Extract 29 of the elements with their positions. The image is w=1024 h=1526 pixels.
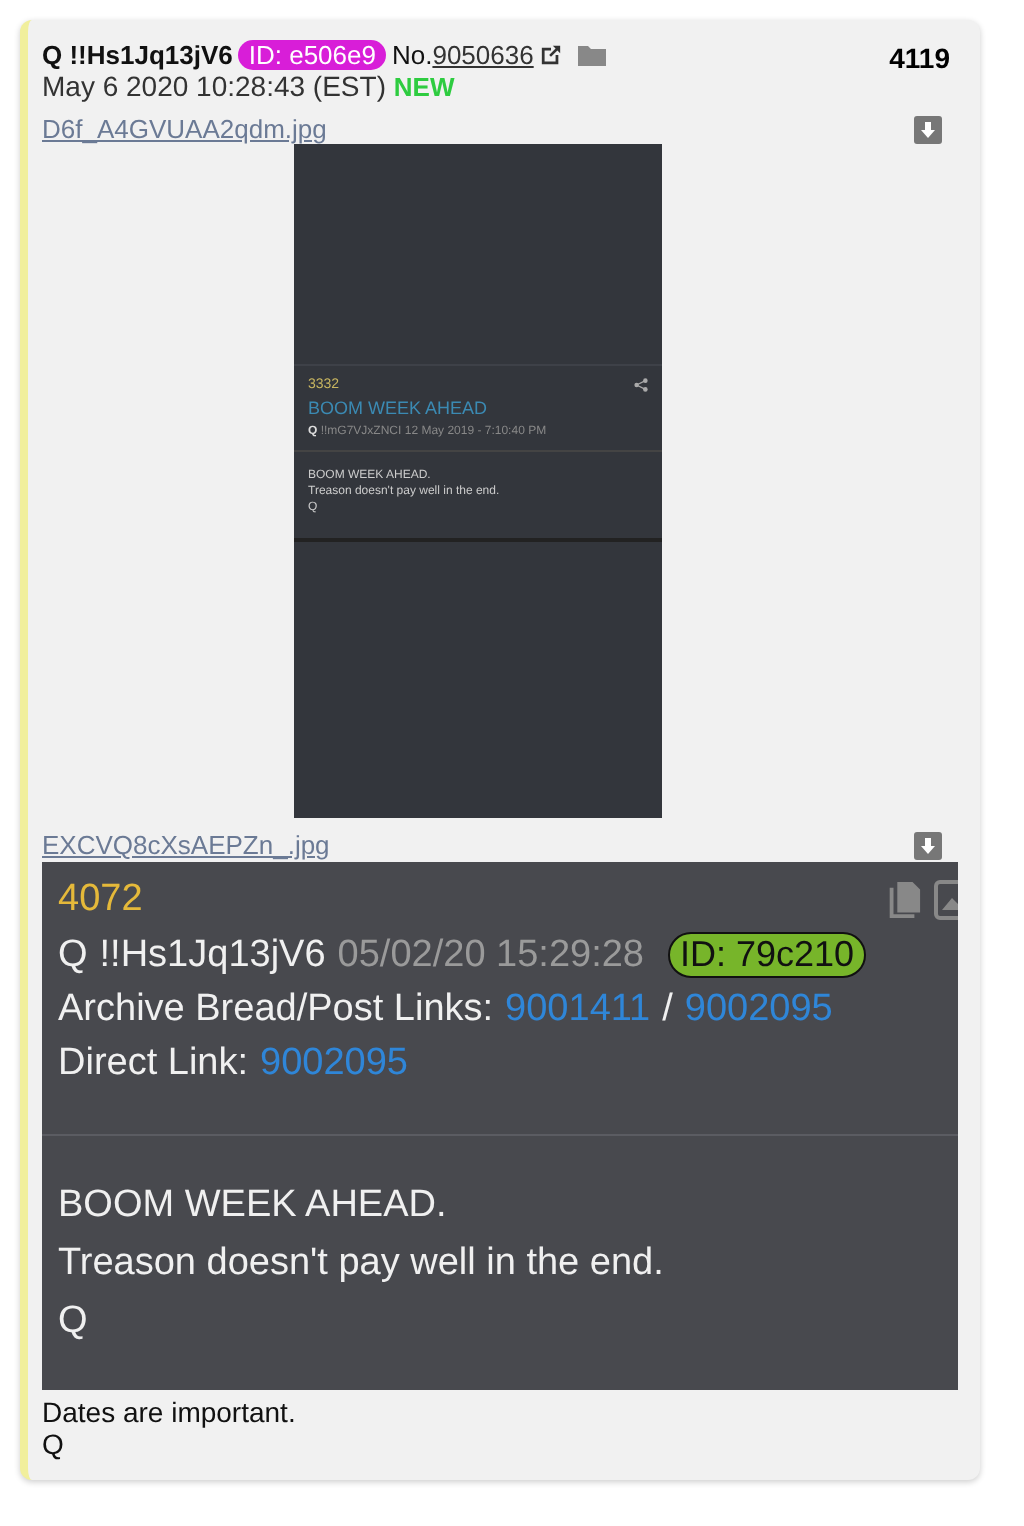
external-link-icon[interactable] [539, 44, 562, 66]
post-date: 05/02/20 15:29:28 [337, 933, 644, 977]
copy-icon [884, 879, 922, 921]
post-tripcode: !!Hs1Jq13jV6 [99, 933, 326, 977]
post-index: 4072 [58, 878, 143, 922]
post-date: May 6 2020 10:28:43 (EST) [42, 70, 386, 102]
post-title: BOOM WEEK AHEAD [308, 398, 490, 418]
direct-link-label: Direct Link: [58, 1042, 249, 1086]
post-number-label: No. [391, 40, 433, 70]
post-number-link[interactable]: 9050636 [432, 40, 534, 70]
post-author: Q [58, 933, 88, 977]
file-link[interactable]: D6f_A4GVUAA2qdm.jpg [42, 114, 327, 144]
new-tag: NEW [393, 72, 455, 102]
id-badge: ID: 79c210 [668, 932, 867, 978]
folder-icon[interactable] [577, 44, 606, 66]
post-text: BOOM WEEK AHEAD. [58, 1184, 449, 1228]
archive-label: Archive Bread/Post Links: [58, 988, 494, 1032]
post-author: Q !!Hs1Jq13jV6 [42, 40, 233, 70]
message-text: Q [42, 1428, 66, 1460]
share-icon [634, 378, 648, 392]
file-link[interactable]: EXCVQ8cXsAEPZn_.jpg [42, 830, 330, 860]
download-icon[interactable] [914, 831, 942, 859]
download-icon[interactable] [914, 115, 942, 143]
id-badge: ID: e506e9 [238, 40, 386, 70]
post-text: Q [58, 1300, 90, 1344]
link-separator: / [662, 988, 673, 1032]
post-count: 4119 [889, 42, 950, 74]
post-text: Treason doesn't pay well in the end. [58, 1242, 666, 1286]
message-text: Dates are important. [42, 1396, 298, 1428]
